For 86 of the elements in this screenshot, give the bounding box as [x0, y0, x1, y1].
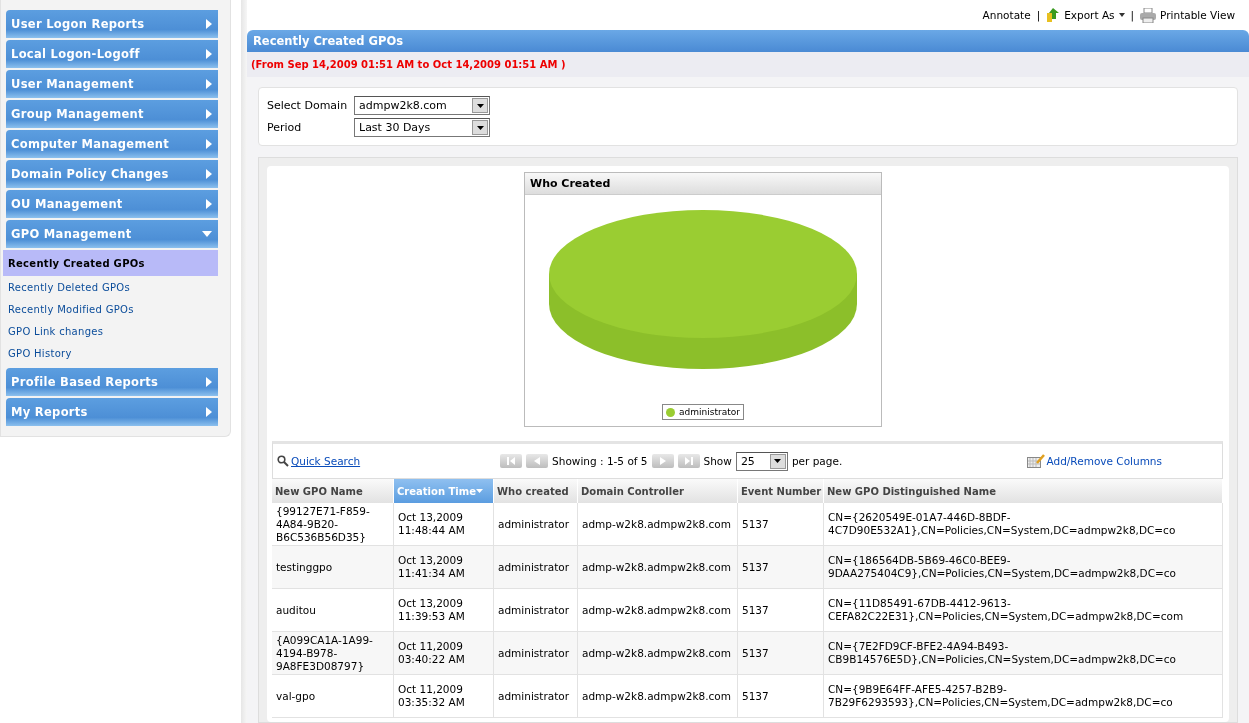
table-cell: 5137 — [738, 546, 824, 589]
table-cell: admp-w2k8.admpw2k8.com — [578, 632, 738, 675]
table-cell: administrator — [494, 503, 578, 546]
table-cell: admp-w2k8.admpw2k8.com — [578, 675, 738, 718]
table-cell: {A099CA1A-1A99-4194-B978-9A8FE3D08797} — [272, 632, 394, 675]
table-cell: administrator — [494, 546, 578, 589]
table-cell: Oct 13,2009 11:39:53 AM — [394, 589, 494, 632]
caret-right-icon — [206, 49, 212, 59]
table-cell: administrator — [494, 675, 578, 718]
report-title-bar: Recently Created GPOs — [247, 30, 1249, 52]
paging-status-text: Showing : 1-5 of 5 — [552, 455, 648, 467]
table-cell: auditou — [272, 589, 394, 632]
table-cell: Oct 13,2009 11:41:34 AM — [394, 546, 494, 589]
table-cell: val-gpo — [272, 675, 394, 718]
table-cell: CN={186564DB-5B69-46C0-BEE9-9DAA275404C9},CN=Policies,CN=System,DC=admpw2k8,DC=co — [824, 546, 1223, 589]
caret-down-icon — [476, 125, 484, 130]
table-cell: testinggpo — [272, 546, 394, 589]
caret-right-icon — [206, 199, 212, 209]
table-cell: {99127E71-F859-4A84-9B20-B6C536B56D35} — [272, 503, 394, 546]
caret-down-icon — [476, 103, 484, 108]
table-cell: 5137 — [738, 632, 824, 675]
arrow-left-icon — [534, 457, 541, 465]
first-page-icon — [507, 457, 516, 465]
table-cell: administrator — [494, 632, 578, 675]
caret-right-icon — [206, 79, 212, 89]
sidebar-sub-item[interactable]: Recently Created GPOs — [3, 250, 218, 276]
caret-right-icon — [206, 139, 212, 149]
table-cell: CN={9B9E64FF-AFE5-4257-B2B9-7B29F6293593},CN=Policies,CN=System,DC=admpw2k8,DC=co — [824, 675, 1223, 718]
show-label: Show — [703, 455, 732, 467]
table-cell: admp-w2k8.admpw2k8.com — [578, 546, 738, 589]
chart-title: Who Created — [525, 173, 881, 195]
column-header[interactable]: Who created — [494, 479, 578, 503]
last-page-icon — [684, 457, 693, 465]
first-page-button[interactable] — [500, 454, 523, 468]
table-cell: CN={2620549E-01A7-446D-8BDF-4C7D90E532A1},CN=Policies,CN=System,DC=admpw2k8,DC=co — [824, 503, 1223, 546]
separator-text: | — [1036, 9, 1041, 21]
caret-down-icon — [202, 231, 212, 237]
sidebar-sub-item[interactable]: Recently Deleted GPOs — [3, 276, 218, 298]
table-cell: Oct 11,2009 03:40:22 AM — [394, 632, 494, 675]
sort-caret-icon — [475, 489, 483, 493]
caret-down-icon — [774, 459, 782, 463]
column-header[interactable]: New GPO Name — [272, 479, 394, 503]
table-edit-icon — [1026, 454, 1045, 468]
sidebar-sub-item[interactable]: GPO Link changes — [3, 320, 218, 342]
add-remove-columns-link[interactable]: Add/Remove Columns — [1026, 454, 1162, 468]
sidebar-sub-item[interactable]: GPO History — [3, 342, 218, 364]
table-cell: CN={7E2FD9CF-BFE2-4A94-B493-CB9B14576E5D},CN=Policies,CN=System,DC=admpw2k8,DC=co — [824, 632, 1223, 675]
export-link[interactable]: Export As — [1046, 7, 1125, 23]
caret-right-icon — [206, 169, 212, 179]
column-header[interactable]: Domain Controller — [578, 479, 738, 503]
table-cell: administrator — [494, 589, 578, 632]
last-page-button[interactable] — [677, 454, 700, 468]
arrow-right-icon — [659, 457, 666, 465]
next-page-button[interactable] — [651, 454, 674, 468]
select-field[interactable]: Last 30 Days — [354, 118, 490, 137]
caret-right-icon — [206, 109, 212, 119]
table-cell: admp-w2k8.admpw2k8.com — [578, 503, 738, 546]
table-cell: admp-w2k8.admpw2k8.com — [578, 589, 738, 632]
printer-icon — [1140, 7, 1157, 23]
previous-page-button[interactable] — [526, 454, 549, 468]
caret-right-icon — [206, 407, 212, 417]
search-icon — [277, 455, 289, 467]
separator-text: | — [1130, 9, 1135, 21]
export-arrow-icon — [1046, 7, 1061, 23]
caret-right-icon — [206, 377, 212, 387]
table-cell: 5137 — [738, 675, 824, 718]
caret-right-icon — [206, 19, 212, 29]
caret-down-icon — [1118, 13, 1125, 17]
annotate-link[interactable]: Annotate — [982, 9, 1031, 21]
table-cell: 5137 — [738, 589, 824, 632]
table-cell: Oct 11,2009 03:35:32 AM — [394, 675, 494, 718]
filter-label: Select Domain — [267, 99, 349, 112]
sidebar-sub-item[interactable]: Recently Modified GPOs — [3, 298, 218, 320]
table-cell: 5137 — [738, 503, 824, 546]
table-cell: CN={11D85491-67DB-4412-9613-CEFA82C22E31},CN=Policies,CN=System,DC=admpw2k8,DC=com — [824, 589, 1223, 632]
legend-label: administrator — [679, 407, 740, 417]
quick-search-link[interactable]: Quick Search — [277, 455, 361, 467]
page-size-select[interactable]: 25 — [735, 451, 788, 471]
table-cell: Oct 13,2009 11:48:44 AM — [394, 503, 494, 546]
filter-label: Period — [267, 121, 303, 134]
column-header[interactable]: Event Number — [738, 479, 824, 503]
printable-view-link[interactable]: Printable View — [1140, 7, 1235, 23]
column-header[interactable]: New GPO Distinguished Name — [824, 479, 1223, 503]
date-range-text: (From Sep 14,2009 01:51 AM to Oct 14,2009 01:51 AM ) — [247, 52, 1249, 77]
select-field[interactable]: admpw2k8.com — [354, 96, 490, 115]
per-page-label: per page. — [791, 455, 843, 467]
